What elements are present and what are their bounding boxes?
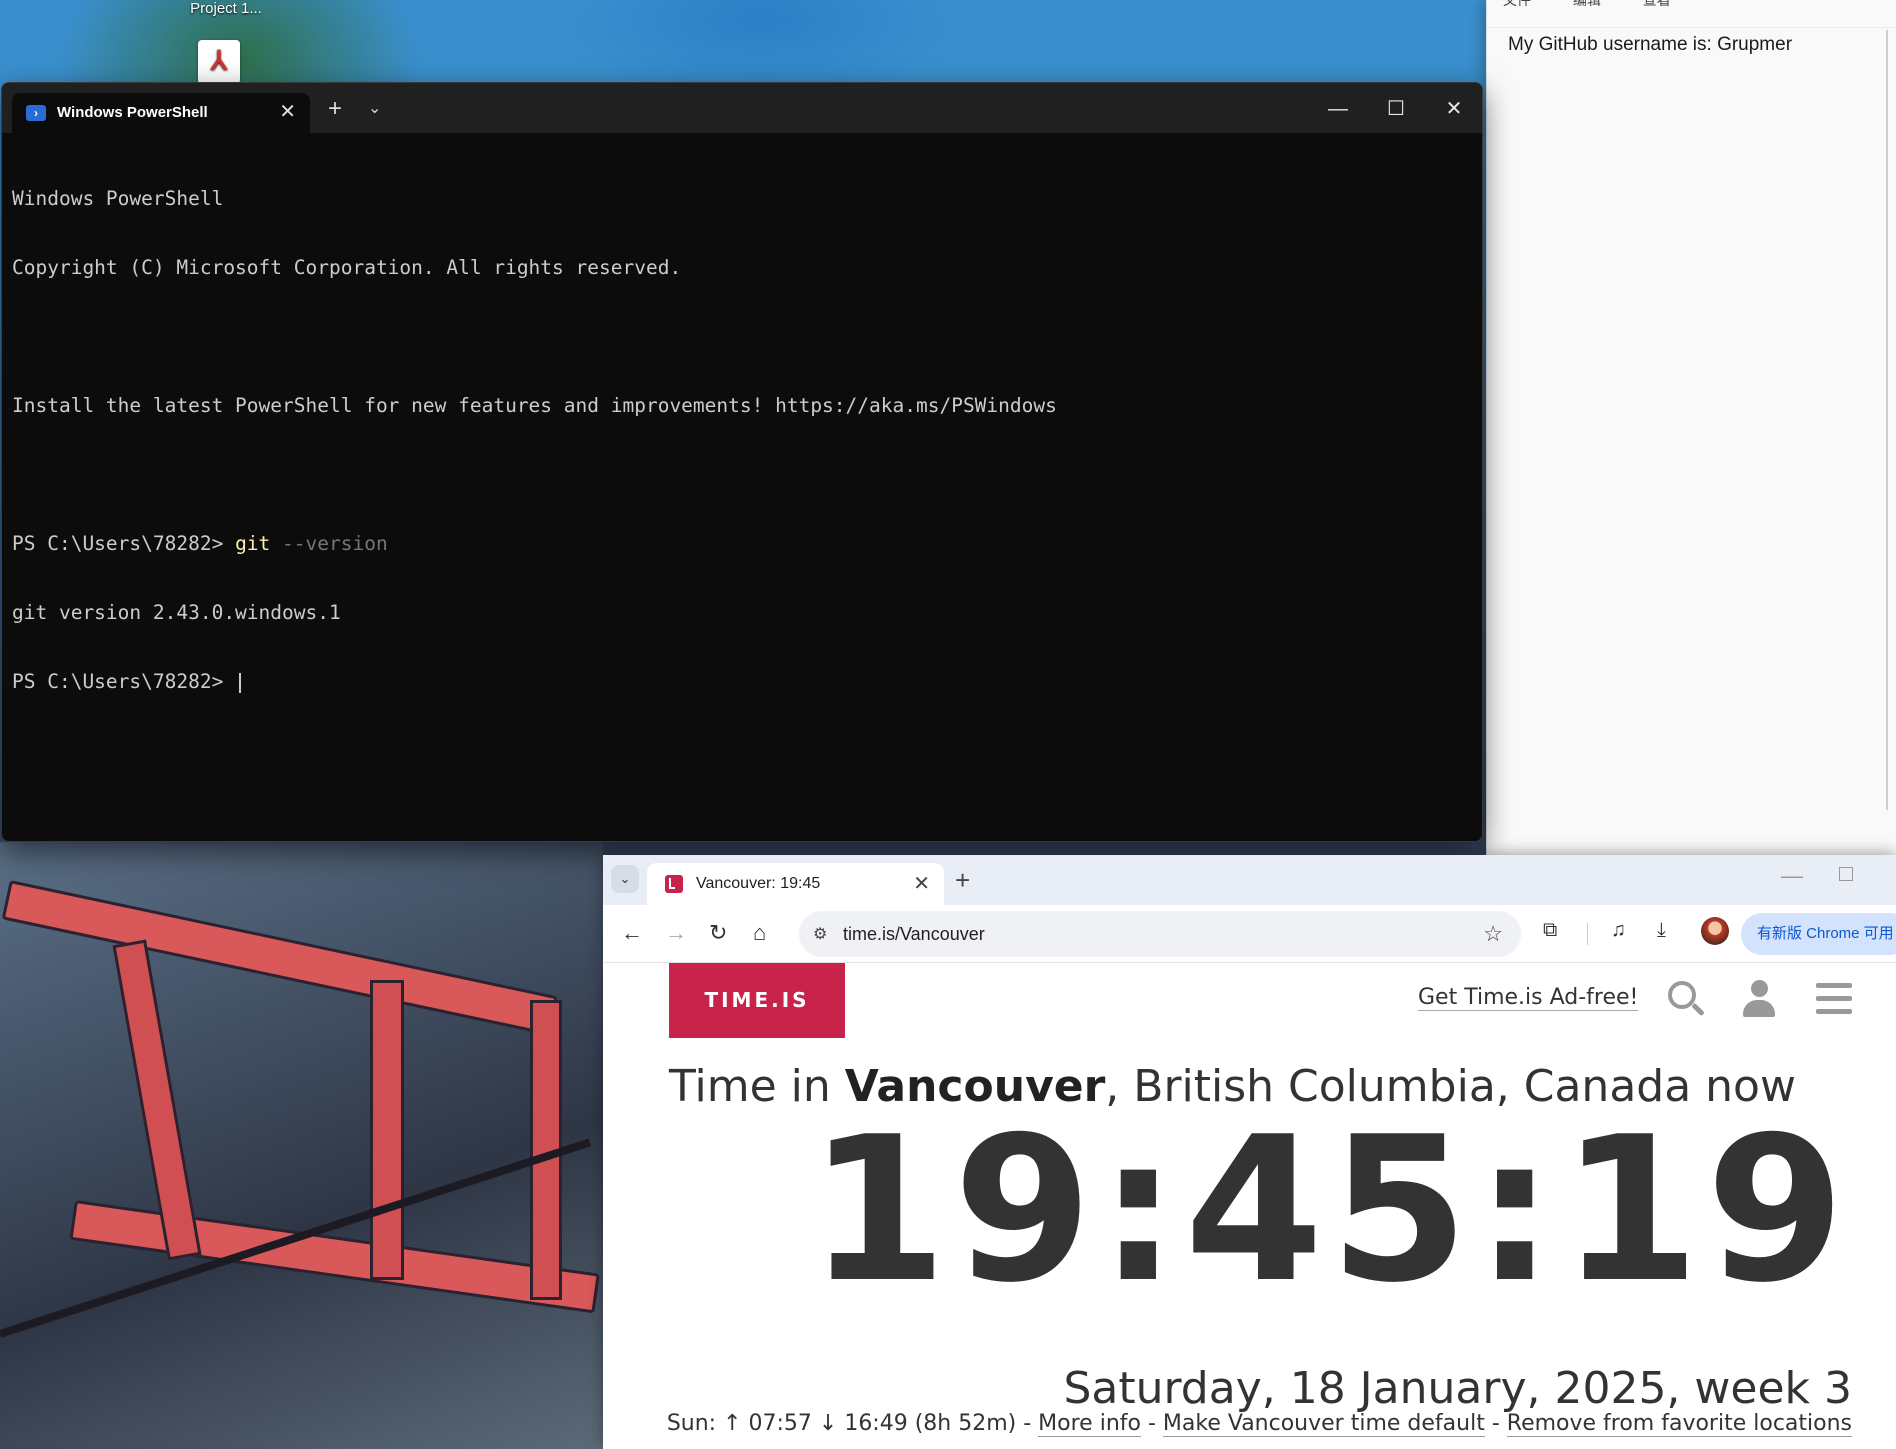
- terminal-input-line[interactable]: PS C:\Users\78282>: [12, 670, 1472, 693]
- terminal-line: git version 2.43.0.windows.1: [12, 601, 341, 624]
- url-text[interactable]: time.is/Vancouver: [843, 924, 985, 945]
- maximize-button[interactable]: [1839, 867, 1853, 881]
- media-control-icon[interactable]: ♫: [1611, 919, 1626, 942]
- terminal-prompt: PS C:\Users\78282>: [12, 532, 236, 555]
- chrome-tab[interactable]: Vancouver: 19:45 ✕: [647, 863, 944, 905]
- notepad-window: 文件 编辑 查看 My GitHub username is: Grupmer: [1486, 0, 1896, 855]
- user-icon[interactable]: [1743, 980, 1775, 1018]
- remove-favorite-link[interactable]: Remove from favorite locations: [1506, 1411, 1852, 1437]
- terminal-line: Copyright (C) Microsoft Corporation. All…: [12, 256, 682, 279]
- ad-free-link[interactable]: Get Time.is Ad-free!: [1418, 985, 1639, 1011]
- terminal-command-line: PS C:\Users\78282> git --version: [12, 532, 1472, 555]
- notepad-menu-edit[interactable]: 编辑: [1573, 0, 1601, 8]
- close-window-button[interactable]: ✕: [1426, 91, 1482, 127]
- chrome-toolbar: ← → ↻ ⌂ ⚙ time.is/Vancouver ☆ ⧉ ♫ ⤓ 有新版 …: [603, 905, 1896, 963]
- favicon-icon: [665, 875, 683, 893]
- desktop-pdf-shortcut[interactable]: Project 1... ⅄: [166, 0, 286, 84]
- chrome-window: ⌄ Vancouver: 19:45 ✕ + — ← → ↻ ⌂ ⚙ time.…: [603, 855, 1896, 1449]
- powershell-window: › Windows PowerShell ✕ + ⌄ — ☐ ✕ Windows…: [1, 82, 1483, 842]
- minimize-button[interactable]: —: [1310, 91, 1366, 127]
- time-is-page: TIME.IS Get Time.is Ad-free! Time in Van…: [603, 963, 1896, 1449]
- notepad-text-area[interactable]: My GitHub username is: Grupmer: [1508, 34, 1792, 56]
- current-time-clock: 19:45:19: [808, 1094, 1851, 1327]
- extensions-icon[interactable]: ⧉: [1543, 919, 1557, 942]
- sun-times: Sun: ↑ 07:57 ↓ 16:49 (8h 52m) -: [666, 1411, 1039, 1436]
- notepad-scrollbar[interactable]: [1886, 30, 1888, 810]
- terminal-titlebar[interactable]: › Windows PowerShell ✕ + ⌄ — ☐ ✕: [2, 83, 1482, 133]
- chrome-tab-title: Vancouver: 19:45: [696, 875, 821, 892]
- terminal-line: Install the latest PowerShell for new fe…: [12, 394, 1057, 417]
- separator: -: [1140, 1411, 1163, 1436]
- make-default-link[interactable]: Make Vancouver time default: [1162, 1411, 1485, 1437]
- sun-info-line: Sun: ↑ 07:57 ↓ 16:49 (8h 52m) - More inf…: [666, 1411, 1852, 1437]
- site-logo[interactable]: TIME.IS: [669, 963, 845, 1038]
- forward-arrow-icon[interactable]: →: [665, 921, 687, 945]
- hamburger-menu-icon[interactable]: [1816, 983, 1852, 1015]
- wallpaper-post: [370, 980, 404, 1280]
- notepad-menu-file[interactable]: 文件: [1503, 0, 1531, 8]
- terminal-output[interactable]: Windows PowerShell Copyright (C) Microso…: [12, 141, 1472, 841]
- maximize-button[interactable]: ☐: [1368, 91, 1424, 127]
- powershell-icon: ›: [26, 105, 46, 121]
- terminal-command-arg: --version: [270, 532, 388, 555]
- terminal-tab[interactable]: › Windows PowerShell ✕: [12, 93, 310, 133]
- new-tab-button[interactable]: +: [955, 865, 970, 896]
- pdf-icon: ⅄: [198, 40, 240, 84]
- current-date: Saturday, 18 January, 2025, week 3: [1063, 1363, 1852, 1414]
- minimize-button[interactable]: —: [1781, 863, 1803, 889]
- reload-icon[interactable]: ↻: [709, 921, 727, 945]
- more-info-link[interactable]: More info: [1038, 1411, 1141, 1437]
- bookmark-star-icon[interactable]: ☆: [1483, 921, 1503, 947]
- terminal-tab-title: Windows PowerShell: [57, 104, 208, 121]
- site-info-icon[interactable]: ⚙: [813, 924, 833, 944]
- notepad-menu-bar: 文件 编辑 查看: [1487, 0, 1896, 28]
- desktop-icon-label: Project 1...: [190, 0, 262, 17]
- text-cursor: [239, 672, 242, 693]
- close-tab-icon[interactable]: ✕: [913, 871, 930, 896]
- notepad-menu-view[interactable]: 查看: [1643, 0, 1671, 8]
- new-tab-button[interactable]: +: [328, 95, 342, 123]
- toolbar-divider: [1587, 923, 1588, 945]
- chrome-update-button[interactable]: 有新版 Chrome 可用: [1741, 913, 1896, 955]
- close-tab-icon[interactable]: ✕: [279, 100, 296, 124]
- chevron-down-icon[interactable]: ⌄: [368, 98, 381, 118]
- terminal-command: git: [235, 532, 271, 555]
- home-icon[interactable]: ⌂: [753, 921, 766, 945]
- terminal-line: Windows PowerShell: [12, 187, 224, 210]
- separator: -: [1484, 1411, 1507, 1436]
- download-icon[interactable]: ⤓: [1657, 919, 1666, 942]
- back-arrow-icon[interactable]: ←: [621, 921, 643, 945]
- profile-avatar[interactable]: [1701, 917, 1729, 945]
- tab-search-icon[interactable]: ⌄: [611, 865, 639, 893]
- chrome-tab-strip[interactable]: ⌄ Vancouver: 19:45 ✕ + —: [603, 855, 1896, 905]
- search-icon[interactable]: [1668, 981, 1706, 1019]
- terminal-prompt: PS C:\Users\78282>: [12, 670, 236, 693]
- address-bar[interactable]: ⚙ time.is/Vancouver ☆: [799, 911, 1521, 957]
